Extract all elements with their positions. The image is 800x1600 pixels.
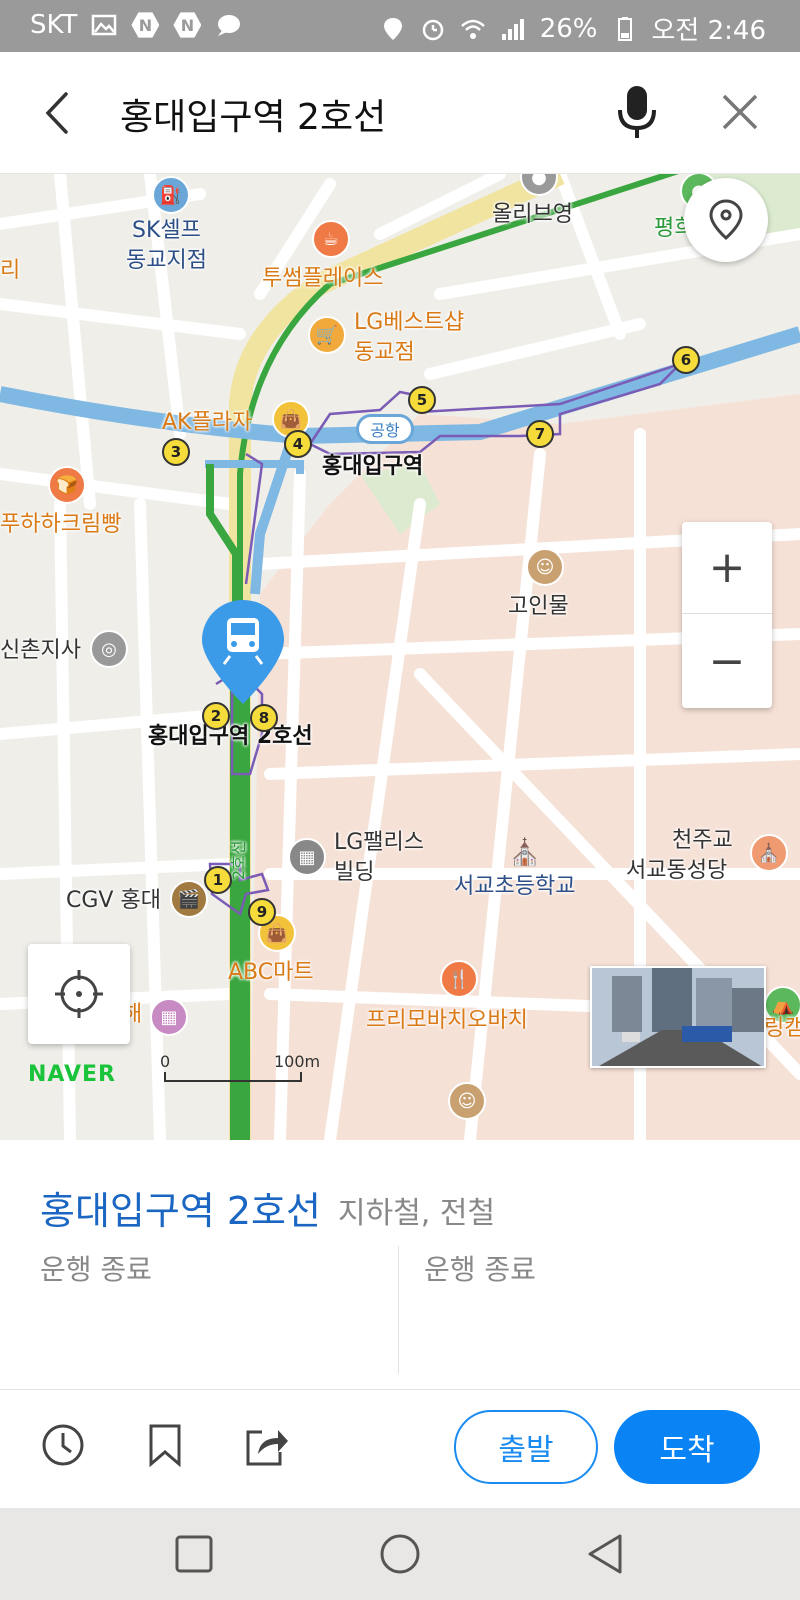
naver-notification-icon: N: [131, 12, 160, 38]
map-scale: 0 100m: [160, 1052, 320, 1086]
theater-mask-icon[interactable]: ☺: [526, 548, 564, 586]
selected-station-label: 홍대입구역 2호선: [148, 724, 313, 749]
exit-marker[interactable]: 1: [204, 866, 232, 894]
restaurant-icon[interactable]: 🍴: [440, 960, 478, 998]
crosshair-icon: [55, 970, 103, 1018]
poi-label: 빌딩: [334, 860, 375, 885]
exit-marker[interactable]: 3: [162, 438, 190, 466]
exit-marker[interactable]: 7: [526, 420, 554, 448]
poi-label: 천주교: [672, 828, 733, 853]
back-arrow-icon[interactable]: [38, 88, 78, 138]
bookmark-icon[interactable]: [142, 1422, 188, 1468]
service-status: 운행 종료: [40, 1253, 152, 1286]
exit-marker[interactable]: 4: [284, 430, 312, 458]
gallery-icon: [92, 14, 117, 36]
office-icon[interactable]: ◎: [90, 630, 128, 668]
search-bar: 홍대입구역 2호선: [0, 52, 800, 174]
poi-label: CGV 홍대: [66, 888, 161, 913]
microphone-icon[interactable]: [614, 82, 660, 142]
map-view[interactable]: ⛽ ☕ 🛒 👜 🍞 ☺ ◎ ▦ ⛪ ⛪ 🎬 👜 🍴 ▦ ☺ ⛺ ● ● SK셀프…: [0, 174, 800, 1140]
battery-percent: 26%: [539, 13, 598, 44]
gas-station-icon[interactable]: ⛽: [152, 176, 190, 214]
poi-label: AK플라자: [162, 410, 253, 435]
search-input[interactable]: 홍대입구역 2호선: [120, 88, 386, 140]
alarm-icon: [422, 19, 443, 40]
station-label: 홍대입구역: [322, 454, 424, 479]
poi-label: 동교점: [354, 340, 415, 365]
divider: [398, 1246, 399, 1374]
naver-logo: NAVER: [28, 1062, 116, 1087]
arrive-button[interactable]: 도착: [614, 1410, 760, 1484]
exit-marker[interactable]: 9: [248, 898, 276, 926]
theater-mask-icon[interactable]: ☺: [448, 1082, 486, 1120]
wifi-icon: [460, 19, 485, 39]
building-icon[interactable]: ▦: [288, 838, 326, 876]
signal-icon: [501, 18, 524, 40]
subway-station-pin-icon[interactable]: [200, 598, 286, 708]
action-bar: 출발 도착: [0, 1390, 800, 1508]
shopping-cart-icon[interactable]: 🛒: [308, 316, 346, 354]
poi-label: 신촌지사: [0, 638, 81, 663]
share-icon[interactable]: [244, 1422, 290, 1468]
carrier-label: SKT: [30, 10, 78, 40]
school-icon[interactable]: ⛪: [506, 834, 544, 872]
zoom-out-button[interactable]: −: [682, 615, 772, 707]
poi-label: 동교지점: [126, 248, 207, 273]
naver-notification-icon: N: [173, 12, 202, 38]
close-icon[interactable]: [718, 90, 762, 134]
depart-button[interactable]: 출발: [454, 1410, 598, 1484]
poi-label: 링캠: [764, 1016, 800, 1041]
exit-marker[interactable]: 5: [408, 386, 436, 414]
poi-label: 서교초등학교: [454, 874, 576, 899]
zoom-control: + −: [682, 522, 772, 708]
poi-label: 투썸플레이스: [262, 266, 384, 291]
cinema-icon[interactable]: 🎬: [170, 880, 208, 918]
recent-apps-icon[interactable]: [170, 1530, 218, 1578]
battery-icon: [617, 16, 632, 41]
back-icon[interactable]: [582, 1530, 630, 1578]
bakery-icon[interactable]: 🍞: [48, 466, 86, 504]
place-info-panel[interactable]: 홍대입구역 2호선 지하철, 전철 운행 종료 운행 종료: [0, 1140, 800, 1390]
zoom-in-button[interactable]: +: [682, 522, 772, 614]
location-icon: [383, 17, 402, 40]
church-icon[interactable]: ⛪: [750, 834, 788, 872]
poi-label: LG베스트샵: [354, 310, 465, 335]
location-pin-button[interactable]: [684, 178, 768, 262]
poi-label: LG팰리스: [334, 830, 425, 855]
poi-label: 프리모바치오바치: [366, 1008, 528, 1033]
exit-marker[interactable]: 6: [672, 346, 700, 374]
status-bar: SKT N N 26% 오전 2:46: [0, 0, 800, 52]
place-title[interactable]: 홍대입구역 2호선: [40, 1180, 321, 1235]
poi-label: SK셀프: [132, 218, 201, 243]
scale-end-label: 100m: [274, 1052, 321, 1071]
clock-icon[interactable]: [40, 1422, 86, 1468]
poi-label: 리: [0, 258, 21, 283]
home-icon[interactable]: [376, 1530, 424, 1578]
service-status: 운행 종료: [424, 1253, 536, 1286]
exit-marker[interactable]: 8: [250, 704, 278, 732]
map-pin-icon: [709, 199, 743, 240]
current-location-button[interactable]: [28, 944, 130, 1044]
chat-bubble-icon: [218, 15, 241, 36]
poi-label: 서교동성당: [626, 858, 728, 883]
airport-line-badge: 공항: [356, 414, 414, 444]
poi-label: 푸하하크림빵: [0, 512, 122, 537]
poi-label: ABC마트: [228, 960, 314, 985]
scale-bar: [164, 1072, 302, 1082]
place-category: 지하철, 전철: [338, 1196, 496, 1231]
poi-label: 올리브영: [492, 202, 573, 227]
street-view-thumbnail[interactable]: [590, 966, 766, 1068]
scale-start-label: 0: [160, 1052, 171, 1071]
street-view-image: [592, 968, 764, 1066]
clock: 오전 2:46: [651, 16, 767, 46]
system-nav-bar: [0, 1508, 800, 1600]
poi-label: 고인물: [508, 594, 569, 619]
hospital-icon[interactable]: ▦: [150, 998, 188, 1036]
cafe-icon[interactable]: ☕: [312, 220, 350, 258]
